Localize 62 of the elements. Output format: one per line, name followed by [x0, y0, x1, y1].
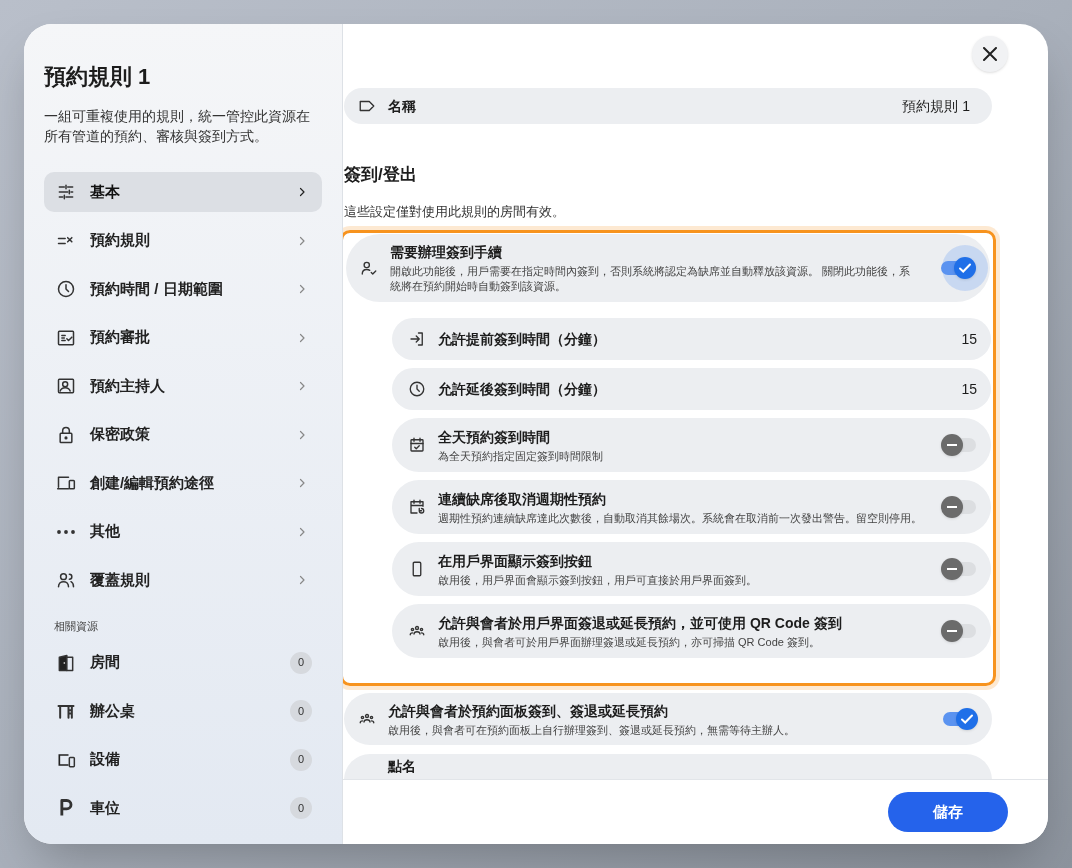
check-icon	[960, 712, 974, 726]
lock-icon	[56, 424, 76, 445]
count-badge: 0	[290, 651, 312, 674]
nav-item[interactable]: 預約時間 / 日期範圍	[44, 269, 322, 309]
resource-item[interactable]: 辦公桌 0	[44, 691, 322, 731]
option-description: 啟用後，與會者可在預約面板上自行辦理簽到、簽退或延長預約，無需等待主辦人。	[388, 722, 796, 738]
count-badge: 0	[290, 748, 312, 771]
section-subtitle: 這些設定僅對使用此規則的房間有效。	[344, 204, 566, 220]
calendar-check-icon	[408, 436, 426, 454]
clock-icon	[408, 380, 426, 398]
close-icon	[983, 47, 997, 61]
option-description: 為全天預約指定固定簽到時間限制	[438, 448, 604, 464]
option-title: 需要辦理簽到手續	[390, 243, 503, 262]
section-label: 相關資源	[54, 619, 99, 634]
calendar-repeat-icon	[408, 498, 426, 516]
count-badge: 0	[290, 797, 312, 819]
toggle-switch[interactable]	[941, 433, 977, 457]
devices-icon	[56, 473, 76, 493]
nav-item[interactable]: 預約審批	[44, 317, 322, 358]
option-title: 允許與會者於用戶界面簽退或延長預約，並可使用 QR Code 簽到	[438, 613, 843, 633]
toggle-switch[interactable]	[940, 245, 988, 291]
sidebar-description: 一組可重複使用的規則，統一管控此資源在所有管道的預約、審核與簽到方式。	[44, 107, 311, 146]
count-badge: 0	[290, 700, 312, 722]
sliders-icon	[56, 182, 76, 202]
option-description: 開啟此功能後，用戶需要在指定時間內簽到，否則系統將認定為缺席並自動釋放該資源。 關閉此功能後，系統將在預約開始時自動簽到該資源。	[390, 264, 912, 294]
option-title: 全天預約簽到時間	[438, 427, 551, 447]
option-description: 週期性預約連續缺席達此次數後，自動取消其餘場次。系統會在取消前一次發出警告。留空則停用。	[438, 510, 923, 526]
toggle-switch[interactable]	[941, 619, 977, 643]
nav-item[interactable]: 預約規則	[44, 220, 322, 261]
section-title: 簽到/登出	[344, 164, 418, 186]
sidebar-title: 預約規則 1	[44, 63, 152, 91]
check-icon	[958, 261, 972, 275]
nav-item[interactable]: 其他	[44, 511, 322, 552]
clock-icon	[56, 279, 76, 299]
nav-item[interactable]: 保密政策	[44, 414, 322, 455]
option-description: 啟用後，與會者可於用戶界面辦理簽退或延長預約，亦可掃描 QR Code 簽到。	[438, 634, 821, 650]
nav-item[interactable]: 創建/編輯預約途徑	[44, 463, 322, 503]
toggle-switch[interactable]	[941, 557, 977, 581]
option-description: 啟用後，用戶界面會顯示簽到按鈕，用戶可直接於用戶界面簽到。	[438, 572, 758, 588]
resource-item[interactable]: 車位 0	[44, 788, 322, 828]
nav-item[interactable]: 預約主持人	[44, 366, 322, 406]
id-card-icon	[56, 376, 76, 396]
login-icon	[408, 330, 426, 348]
toggle-switch[interactable]	[941, 495, 977, 519]
more-icon	[56, 528, 76, 535]
close-button[interactable]	[972, 36, 1008, 72]
option-title: 允許與會者於預約面板簽到、簽退或延長預約	[388, 701, 669, 721]
option-title: 在用戶界面顯示簽到按鈕	[438, 551, 593, 571]
users-icon	[56, 570, 76, 590]
nav-item[interactable]: 基本	[44, 172, 322, 212]
option-title: 連續缺席後取消週期性預約	[438, 489, 607, 509]
door-icon	[56, 652, 76, 673]
number-setting-row[interactable]: 允許延後簽到時間（分鐘） 15	[392, 368, 991, 410]
option-title: 點名	[388, 758, 416, 774]
number-setting-row[interactable]: 允許提前簽到時間（分鐘） 15	[392, 318, 991, 360]
user-check-icon	[360, 259, 378, 277]
nav-item[interactable]: 覆蓋規則	[44, 560, 322, 600]
resource-item[interactable]: 設備 0	[44, 739, 322, 780]
save-button[interactable]: 儲存	[888, 792, 1008, 832]
toggle-switch[interactable]	[942, 707, 978, 731]
resource-item[interactable]: 房間 0	[44, 642, 322, 683]
name-field[interactable]: 名稱 預約規則 1	[344, 88, 992, 124]
